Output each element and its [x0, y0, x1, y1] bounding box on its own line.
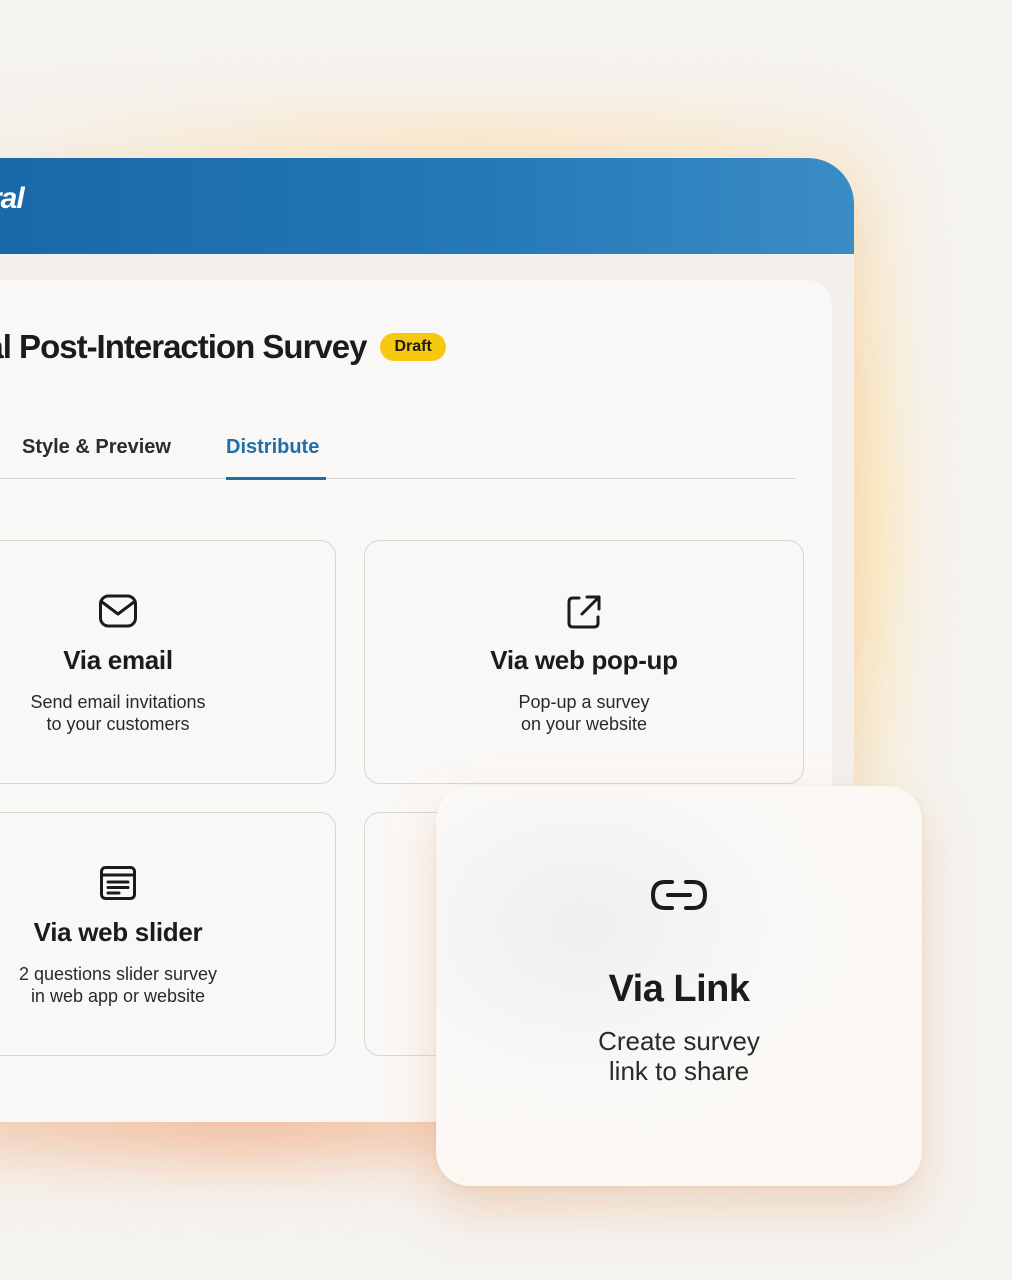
- slider-form-icon: [99, 865, 137, 906]
- via-email-card[interactable]: Via email Send email invitations to your…: [0, 540, 336, 784]
- external-link-icon: [565, 593, 603, 636]
- via-link-card[interactable]: Via Link Create survey link to share: [436, 786, 922, 1186]
- via-link-title: Via Link: [608, 968, 750, 1010]
- page-title: rical Post-Interaction Survey: [0, 328, 367, 365]
- envelope-icon: [98, 593, 138, 634]
- card-description: 2 questions slider survey in web app or …: [18, 964, 218, 1006]
- card-description: Pop-up a survey on your website: [518, 692, 650, 734]
- title-row: rical Post-Interaction Survey Draft: [0, 328, 446, 366]
- via-link-description: Create survey link to share: [598, 1026, 760, 1086]
- active-tab-indicator: [226, 477, 326, 480]
- status-badge: Draft: [380, 333, 446, 361]
- card-description: Send email invitations to your customers: [30, 692, 206, 734]
- card-title: Via web slider: [33, 917, 203, 947]
- link-icon: [650, 878, 708, 917]
- tab-style-preview[interactable]: Style & Preview: [22, 436, 171, 459]
- via-web-popup-card[interactable]: Via web pop-up Pop-up a survey on your w…: [364, 540, 804, 784]
- card-title: Via web pop-up: [490, 645, 678, 675]
- tab-bar: Style & Preview Distribute: [0, 430, 796, 480]
- tab-distribute[interactable]: Distribute: [226, 436, 319, 459]
- stage: ral rical Post-Interaction Survey Draft …: [0, 0, 1012, 1280]
- brand-logo[interactable]: ral: [0, 182, 25, 216]
- app-header: ral: [0, 158, 854, 254]
- via-web-slider-card[interactable]: Via web slider 2 questions slider survey…: [0, 812, 336, 1056]
- card-title: Via email: [63, 645, 173, 675]
